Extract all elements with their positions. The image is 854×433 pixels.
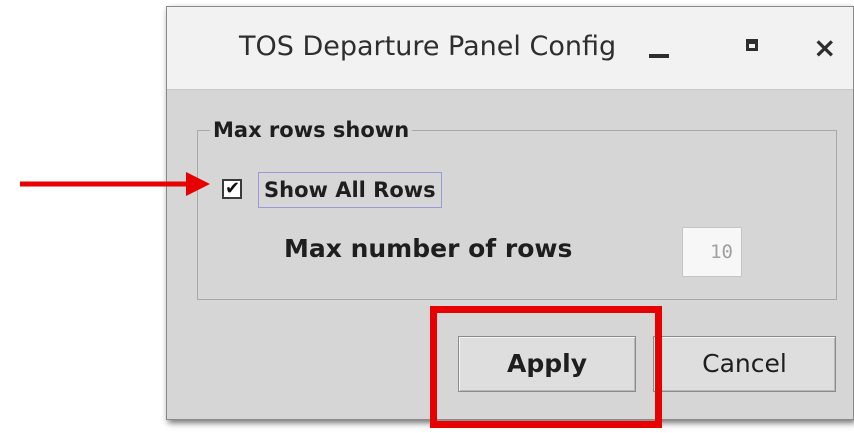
max-rows-input[interactable]: 10 xyxy=(682,227,742,277)
checkmark-icon: ✔ xyxy=(225,178,241,199)
apply-button[interactable]: Apply xyxy=(458,336,636,392)
dialog-content: Max rows shown ✔ Show All Rows Max numbe… xyxy=(166,6,852,418)
max-number-of-rows-label: Max number of rows xyxy=(284,234,573,263)
group-legend: Max rows shown xyxy=(210,118,413,142)
cancel-button[interactable]: Cancel xyxy=(653,336,836,392)
show-all-rows-label[interactable]: Show All Rows xyxy=(258,172,442,208)
show-all-rows-checkbox[interactable]: ✔ xyxy=(222,178,242,199)
screenshot-stage: TOS Departure Panel Config × Max rows sh… xyxy=(0,0,854,433)
